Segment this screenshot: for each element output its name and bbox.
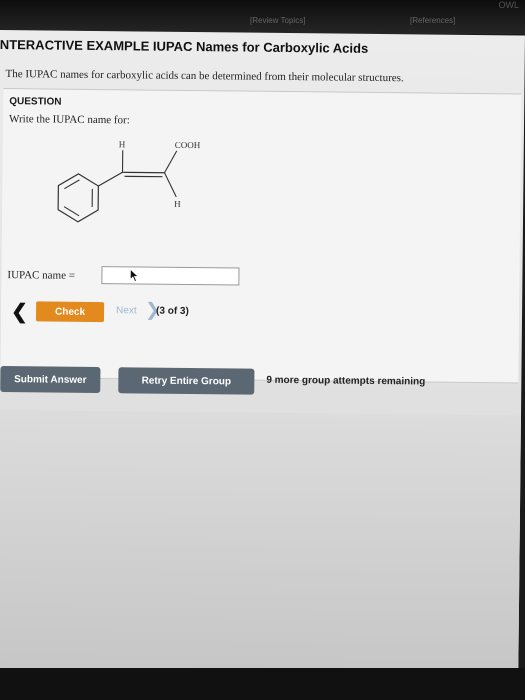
- empty-content-area: [0, 409, 521, 676]
- iupac-name-label: IUPAC name =: [7, 269, 76, 282]
- atom-cooh: COOH: [175, 140, 201, 150]
- owl-label: OWL: [498, 0, 519, 10]
- check-button[interactable]: Check: [35, 301, 105, 323]
- review-topics-link[interactable]: [Review Topics]: [250, 16, 305, 25]
- action-bar: Submit Answer Retry Entire Group 9 more …: [0, 360, 522, 409]
- next-link[interactable]: Next: [116, 305, 137, 316]
- question-label: QUESTION: [9, 96, 62, 108]
- references-link[interactable]: [References]: [410, 16, 455, 25]
- browser-top-bar: [Review Topics] [References] OWL: [0, 0, 525, 34]
- question-count: (3 of 3): [156, 305, 189, 317]
- retry-entire-group-button[interactable]: Retry Entire Group: [118, 367, 255, 395]
- iupac-name-input[interactable]: [101, 266, 240, 286]
- intro-text: The IUPAC names for carboxylic acids can…: [5, 68, 404, 85]
- screen-bottom-bezel: [0, 668, 525, 700]
- bond-to-cooh: [164, 150, 178, 173]
- atom-h-top: H: [119, 139, 126, 149]
- ring-to-alkene-bond: [98, 171, 123, 187]
- question-panel: QUESTION Write the IUPAC name for: H COO…: [0, 88, 522, 384]
- mouse-cursor-icon: [130, 268, 139, 282]
- page-title: NTERACTIVE EXAMPLE IUPAC Names for Carbo…: [0, 36, 369, 56]
- bond-to-h-bottom: [164, 172, 177, 198]
- attempts-remaining-text: 9 more group attempts remaining: [266, 374, 426, 388]
- back-chevron-icon[interactable]: ❮: [11, 299, 28, 324]
- atom-h-bottom: H: [174, 199, 181, 209]
- submit-answer-button[interactable]: Submit Answer: [0, 366, 101, 394]
- content-sheet: NTERACTIVE EXAMPLE IUPAC Names for Carbo…: [0, 30, 525, 676]
- molecule-structure: H COOH H: [57, 139, 201, 223]
- question-prompt: Write the IUPAC name for:: [9, 113, 130, 127]
